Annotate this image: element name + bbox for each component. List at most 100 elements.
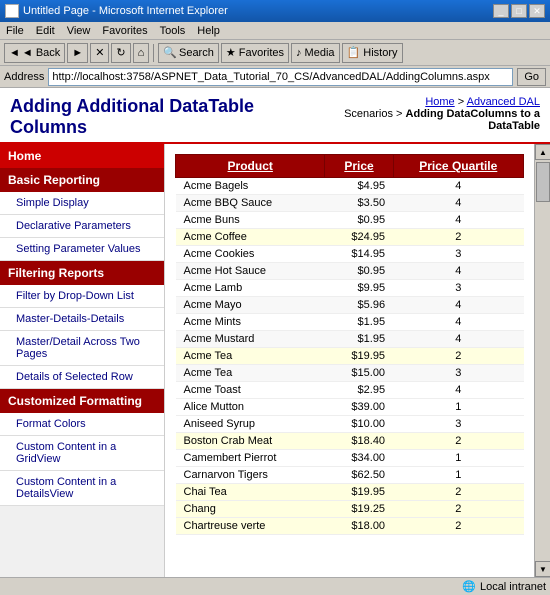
- cell-product: Boston Crab Meat: [176, 433, 325, 450]
- sidebar-item-master-details[interactable]: Master-Details-Details: [0, 308, 164, 331]
- sidebar-item-setting-parameter-values[interactable]: Setting Parameter Values: [0, 238, 164, 261]
- sidebar-home[interactable]: Home: [0, 144, 164, 168]
- cell-price: $1.95: [325, 314, 393, 331]
- scroll-up-arrow[interactable]: ▲: [535, 144, 550, 160]
- address-label: Address: [4, 71, 44, 83]
- table-row[interactable]: Chai Tea $19.95 2: [176, 484, 524, 501]
- minimize-button[interactable]: _: [493, 4, 509, 18]
- cell-quartile: 2: [393, 484, 523, 501]
- table-row[interactable]: Acme Lamb $9.95 3: [176, 280, 524, 297]
- column-price-quartile[interactable]: Price Quartile: [393, 155, 523, 178]
- zone-icon: 🌐: [462, 580, 476, 593]
- menu-favorites[interactable]: Favorites: [100, 25, 149, 37]
- menu-edit[interactable]: Edit: [34, 25, 57, 37]
- sidebar-item-master-detail-pages[interactable]: Master/Detail Across Two Pages: [0, 331, 164, 366]
- page-title: Adding Additional DataTable Columns: [10, 96, 310, 138]
- cell-price: $34.00: [325, 450, 393, 467]
- table-row[interactable]: Alice Mutton $39.00 1: [176, 399, 524, 416]
- cell-quartile: 1: [393, 399, 523, 416]
- menu-help[interactable]: Help: [195, 25, 222, 37]
- table-row[interactable]: Acme Tea $15.00 3: [176, 365, 524, 382]
- sidebar-section-customized: Customized Formatting: [0, 389, 164, 413]
- menu-tools[interactable]: Tools: [158, 25, 188, 37]
- table-row[interactable]: Acme Hot Sauce $0.95 4: [176, 263, 524, 280]
- back-button[interactable]: ◄ ◄ Back: [4, 43, 65, 63]
- table-row[interactable]: Acme Tea $19.95 2: [176, 348, 524, 365]
- cell-product: Acme Tea: [176, 365, 325, 382]
- sidebar-item-custom-detailsview[interactable]: Custom Content in a DetailsView: [0, 471, 164, 506]
- cell-price: $19.95: [325, 348, 393, 365]
- sidebar-item-simple-display[interactable]: Simple Display: [0, 192, 164, 215]
- table-row[interactable]: Acme Coffee $24.95 2: [176, 229, 524, 246]
- menu-view[interactable]: View: [65, 25, 93, 37]
- media-button[interactable]: ♪ Media: [291, 43, 340, 63]
- status-zone: 🌐 Local intranet: [462, 580, 546, 593]
- breadcrumb-current: Adding DataColumns to a DataTable: [406, 108, 540, 132]
- cell-product: Acme Lamb: [176, 280, 325, 297]
- refresh-button[interactable]: ↻: [111, 43, 130, 63]
- maximize-button[interactable]: □: [511, 4, 527, 18]
- column-price[interactable]: Price: [325, 155, 393, 178]
- breadcrumb-section[interactable]: Advanced DAL: [467, 96, 540, 108]
- scroll-thumb[interactable]: [536, 162, 550, 202]
- breadcrumb-home[interactable]: Home: [425, 96, 454, 108]
- sidebar-item-declarative-parameters[interactable]: Declarative Parameters: [0, 215, 164, 238]
- column-product[interactable]: Product: [176, 155, 325, 178]
- table-row[interactable]: Chartreuse verte $18.00 2: [176, 518, 524, 535]
- table-row[interactable]: Chang $19.25 2: [176, 501, 524, 518]
- favorites-button[interactable]: ★ Favorites: [221, 43, 289, 63]
- table-row[interactable]: Acme Mints $1.95 4: [176, 314, 524, 331]
- scroll-down-arrow[interactable]: ▼: [535, 561, 550, 577]
- cell-price: $18.40: [325, 433, 393, 450]
- content-wrapper: Adding Additional DataTable Columns Home…: [0, 88, 550, 577]
- cell-quartile: 4: [393, 212, 523, 229]
- cell-quartile: 2: [393, 433, 523, 450]
- sidebar-item-format-colors[interactable]: Format Colors: [0, 413, 164, 436]
- cell-quartile: 3: [393, 416, 523, 433]
- table-row[interactable]: Carnarvon Tigers $62.50 1: [176, 467, 524, 484]
- table-row[interactable]: Acme BBQ Sauce $3.50 4: [176, 195, 524, 212]
- address-bar: Address Go: [0, 66, 550, 88]
- table-row[interactable]: Aniseed Syrup $10.00 3: [176, 416, 524, 433]
- cell-quartile: 4: [393, 314, 523, 331]
- cell-product: Acme Cookies: [176, 246, 325, 263]
- cell-product: Acme Coffee: [176, 229, 325, 246]
- history-button[interactable]: 📋 History: [342, 43, 403, 63]
- sidebar-item-details-selected-row[interactable]: Details of Selected Row: [0, 366, 164, 389]
- sidebar-section-filtering: Filtering Reports: [0, 261, 164, 285]
- table-header-row: Product Price Price Quartile: [176, 155, 524, 178]
- content-area: Product Price Price Quartile Acme Bagels…: [165, 144, 534, 577]
- scrollbar[interactable]: ▲ ▼: [534, 144, 550, 577]
- search-button[interactable]: 🔍 Search: [158, 43, 219, 63]
- status-bar: 🌐 Local intranet: [0, 577, 550, 595]
- table-body: Acme Bagels $4.95 4 Acme BBQ Sauce $3.50…: [176, 178, 524, 535]
- table-row[interactable]: Camembert Pierrot $34.00 1: [176, 450, 524, 467]
- cell-product: Chartreuse verte: [176, 518, 325, 535]
- cell-quartile: 1: [393, 467, 523, 484]
- table-row[interactable]: Acme Cookies $14.95 3: [176, 246, 524, 263]
- home-button[interactable]: ⌂: [133, 43, 150, 63]
- sidebar-item-custom-gridview[interactable]: Custom Content in a GridView: [0, 436, 164, 471]
- sidebar-item-filter-dropdown[interactable]: Filter by Drop-Down List: [0, 285, 164, 308]
- cell-quartile: 4: [393, 263, 523, 280]
- cell-product: Acme BBQ Sauce: [176, 195, 325, 212]
- go-button[interactable]: Go: [517, 68, 546, 86]
- table-row[interactable]: Acme Bagels $4.95 4: [176, 178, 524, 195]
- window-controls[interactable]: _ □ ✕: [493, 4, 545, 18]
- cell-product: Acme Hot Sauce: [176, 263, 325, 280]
- cell-price: $15.00: [325, 365, 393, 382]
- table-row[interactable]: Acme Mayo $5.96 4: [176, 297, 524, 314]
- forward-button[interactable]: ►: [67, 43, 88, 63]
- table-row[interactable]: Acme Mustard $1.95 4: [176, 331, 524, 348]
- cell-product: Carnarvon Tigers: [176, 467, 325, 484]
- menu-file[interactable]: File: [4, 25, 26, 37]
- table-row[interactable]: Boston Crab Meat $18.40 2: [176, 433, 524, 450]
- table-row[interactable]: Acme Toast $2.95 4: [176, 382, 524, 399]
- stop-button[interactable]: ✕: [90, 43, 109, 63]
- breadcrumb-subsection: Scenarios: [344, 108, 393, 120]
- address-input[interactable]: [48, 68, 513, 86]
- table-row[interactable]: Acme Buns $0.95 4: [176, 212, 524, 229]
- data-table: Product Price Price Quartile Acme Bagels…: [175, 154, 524, 535]
- close-button[interactable]: ✕: [529, 4, 545, 18]
- cell-product: Acme Mints: [176, 314, 325, 331]
